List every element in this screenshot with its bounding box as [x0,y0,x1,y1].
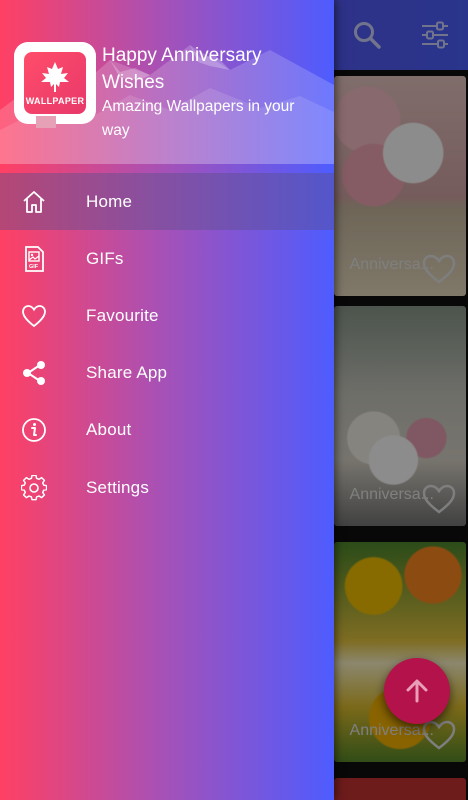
scroll-top-button[interactable] [384,658,450,724]
info-icon [20,416,48,444]
home-icon [20,188,48,216]
menu-label-favourite: Favourite [86,305,159,325]
menu-label-settings: Settings [86,477,150,497]
app-subtitle: Amazing Wallpapers in your way [102,98,295,139]
share-icon [20,359,48,387]
drawer-menu: Home GIF GIFs Favourite Share App About … [0,173,334,516]
gif-icon: GIF [20,245,48,273]
drawer-header: WALLPAPER Happy Anniversary Wishes Amazi… [0,0,334,164]
maple-leaf-icon [41,62,69,92]
menu-item-settings[interactable]: Settings [0,459,334,516]
menu-label-gifs: GIFs [86,248,124,268]
menu-label-share: Share App [86,363,168,383]
menu-item-share[interactable]: Share App [0,345,334,402]
gear-icon [20,474,48,502]
menu-label-about: About [86,420,132,440]
app-title: Happy Anniversary Wishes [102,45,262,93]
logo-text: WALLPAPER [25,96,85,106]
menu-label-home: Home [86,191,133,211]
arrow-up-icon [406,679,428,703]
app-logo: WALLPAPER [14,42,96,128]
menu-item-favourite[interactable]: Favourite [0,287,334,344]
heart-outline-icon [20,302,48,330]
menu-item-gifs[interactable]: GIF GIFs [0,230,334,287]
navigation-drawer: WALLPAPER Happy Anniversary Wishes Amazi… [0,0,334,800]
menu-item-about[interactable]: About [0,402,334,459]
svg-text:GIF: GIF [29,264,39,270]
menu-item-home[interactable]: Home [0,173,334,231]
